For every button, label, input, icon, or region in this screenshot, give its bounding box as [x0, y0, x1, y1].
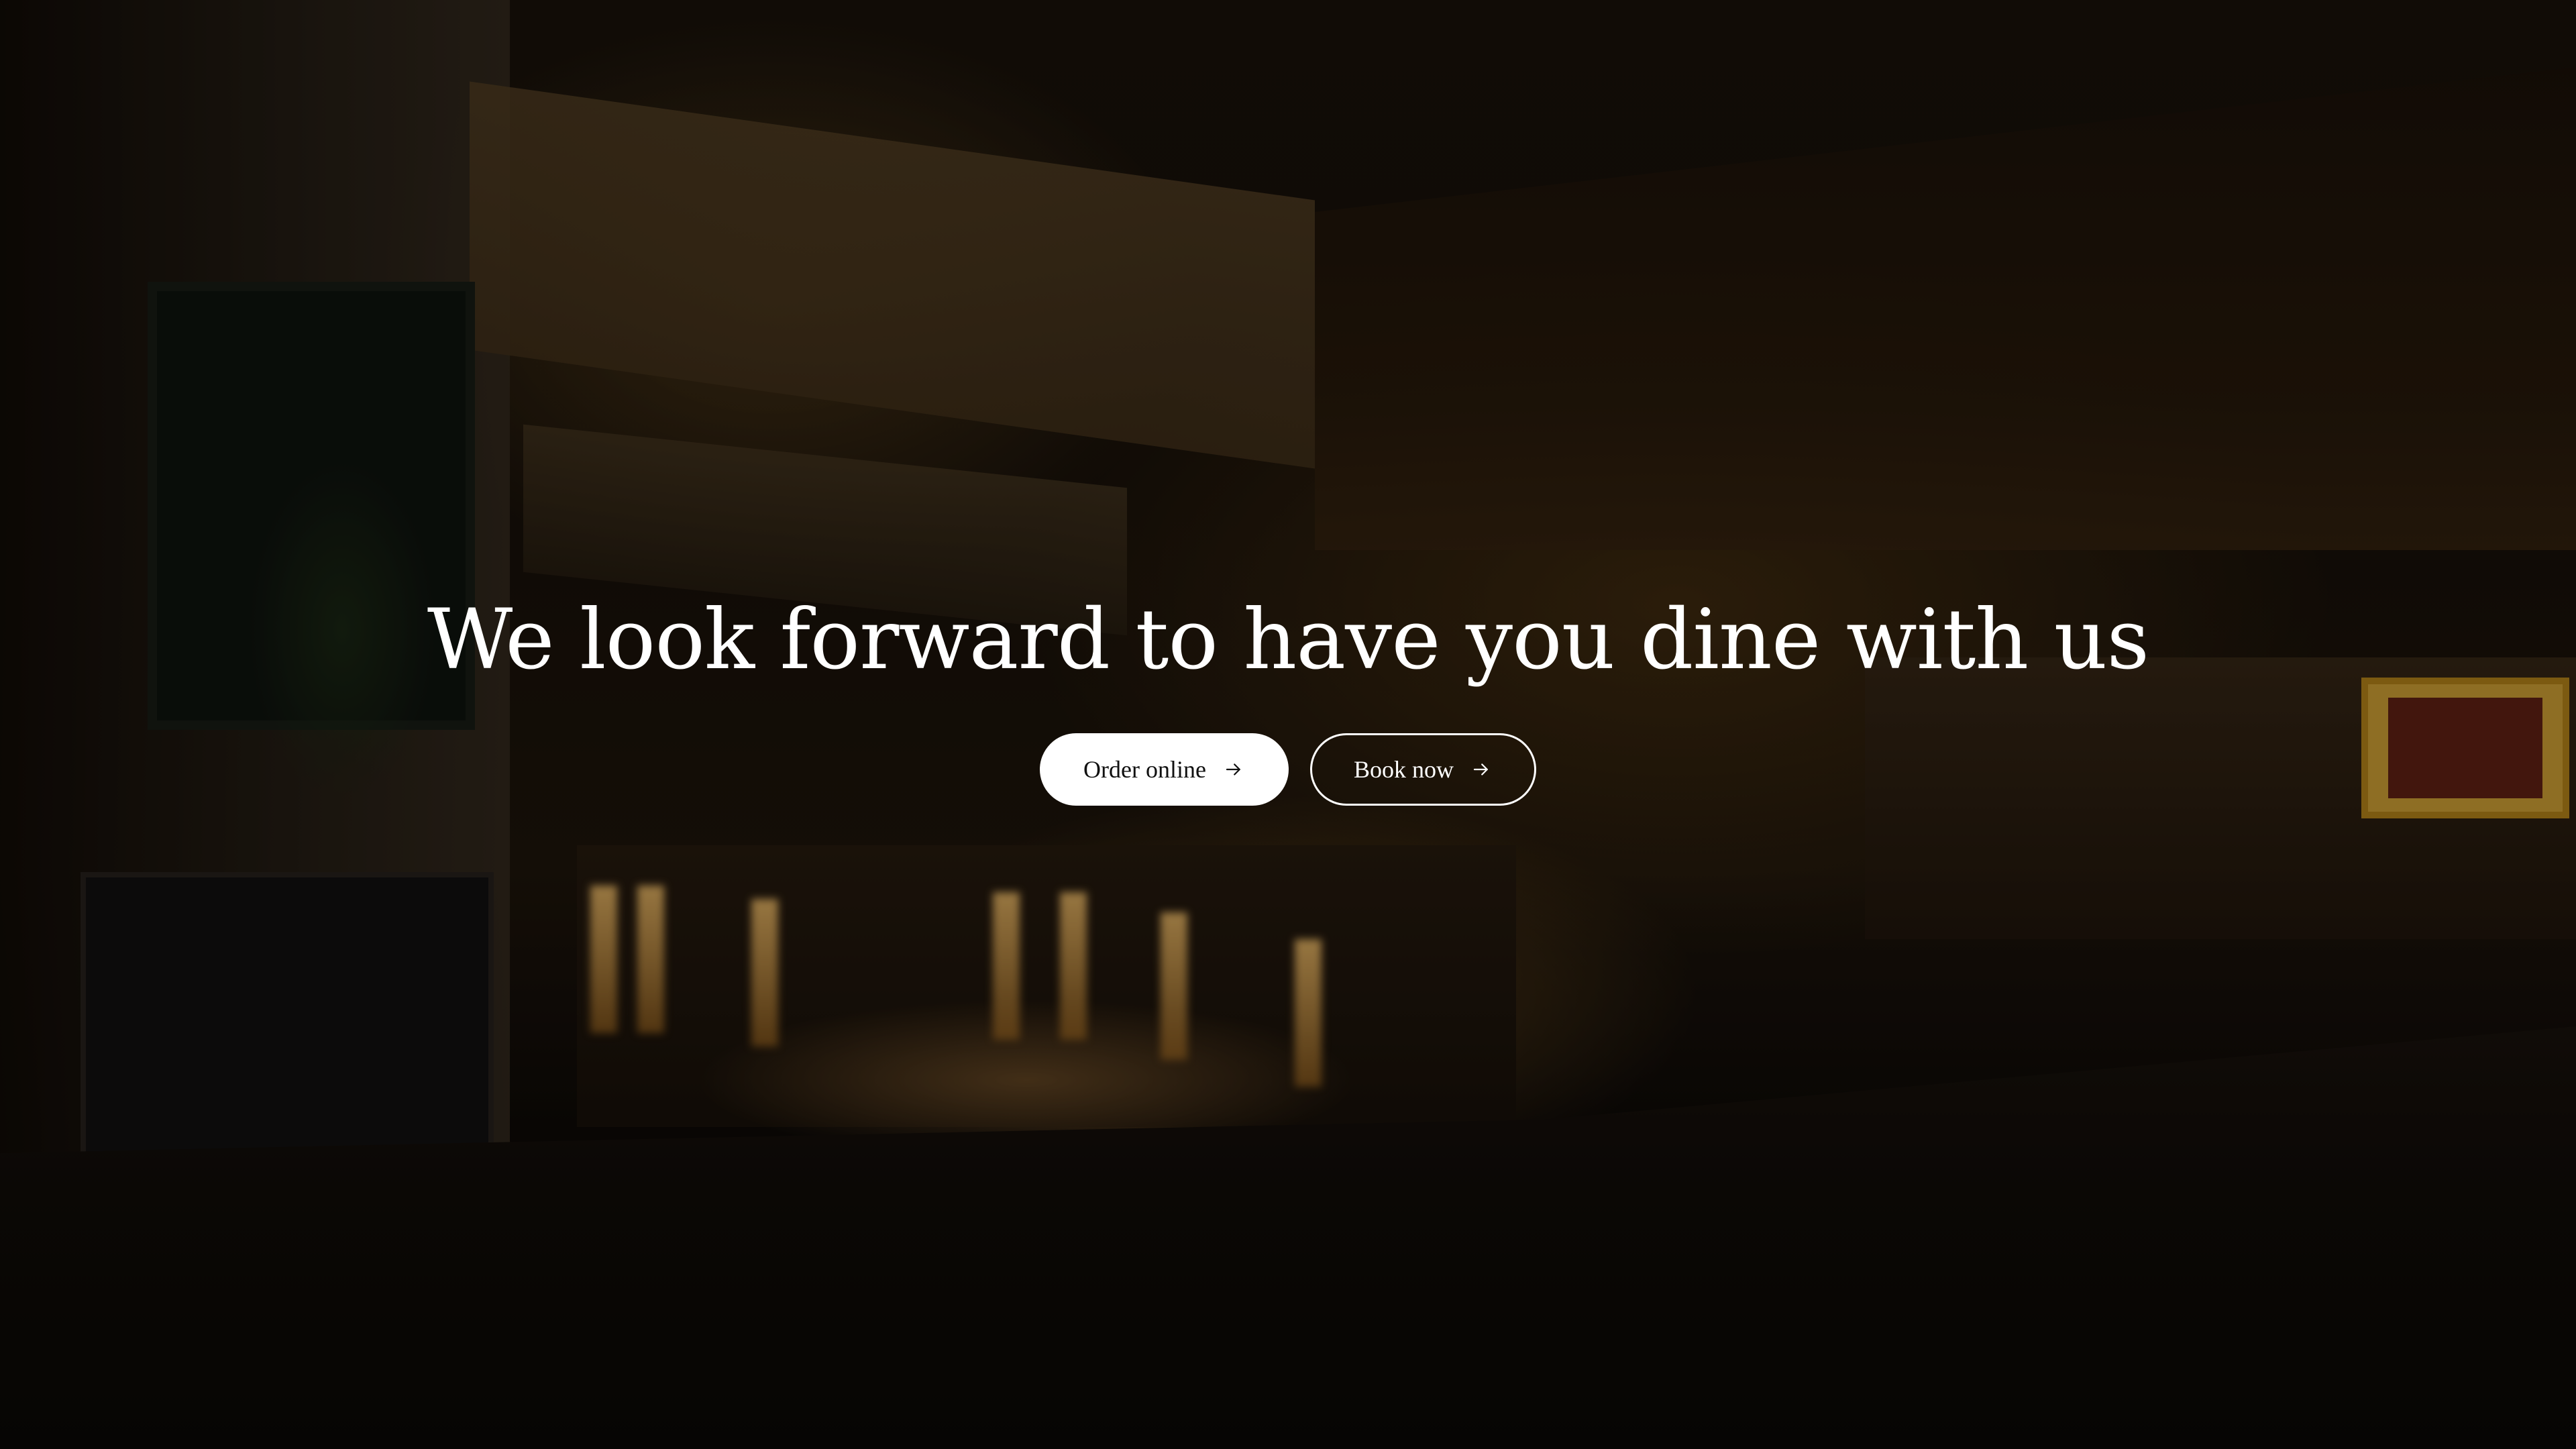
order-online-button[interactable]: Order online	[1040, 733, 1289, 806]
hero-section: We look forward to have you dine with us…	[0, 0, 2576, 1449]
hero-actions: Order online Book now	[1040, 733, 1536, 806]
hero-content: We look forward to have you dine with us…	[0, 590, 2576, 806]
order-online-label: Order online	[1083, 755, 1206, 783]
book-now-label: Book now	[1353, 755, 1454, 783]
arrow-right-icon	[1470, 758, 1493, 781]
arrow-right-icon	[1222, 758, 1245, 781]
book-now-button[interactable]: Book now	[1309, 733, 1536, 806]
hero-headline: We look forward to have you dine with us	[427, 592, 2149, 688]
